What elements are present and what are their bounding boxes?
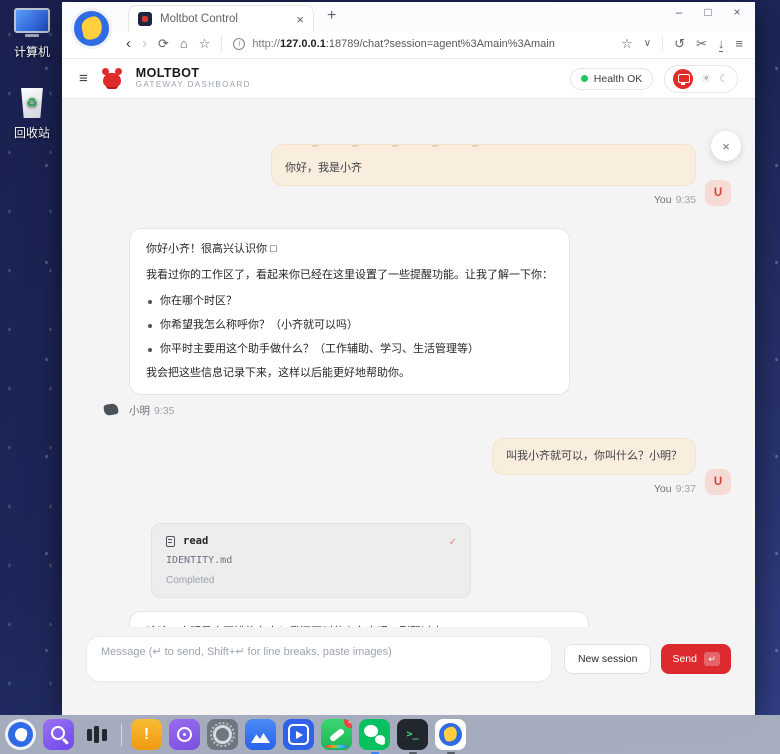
moltbot-lobster-logo-icon (99, 67, 125, 91)
light-mode-sun-icon[interactable]: ☀ (701, 72, 711, 85)
dashboard-header: ≡ MOLTBOT GATEWAY DASHBOARD Health OK ☀ … (62, 59, 755, 99)
desktop-icon-computer[interactable]: 计算机 (0, 8, 64, 60)
desktop-icon-column: 计算机 ♻ 回收站 (0, 8, 64, 141)
new-session-button[interactable]: New session (563, 644, 652, 674)
bookmark-star-icon[interactable]: ☆ (199, 37, 211, 50)
page-subtitle: GATEWAY DASHBOARD (135, 79, 251, 89)
reload-icon[interactable]: ⟳ (158, 37, 169, 50)
forward-icon[interactable]: › (142, 36, 147, 51)
browser-taskbar-icon[interactable] (435, 719, 466, 754)
send-button[interactable]: Send ↵ (661, 644, 731, 674)
address-bar[interactable]: i http://127.0.0.1:18789/chat?session=ag… (233, 37, 610, 50)
bullet-item: 你希望我怎么称呼你？（小齐就可以吗） (146, 317, 553, 334)
computer-icon (0, 8, 64, 37)
user-message-bubble: 叫我小齐就可以，你叫什么？小明？ (492, 438, 696, 475)
health-status-badge: Health OK (569, 67, 654, 90)
app-search-icon[interactable] (43, 719, 74, 750)
menu-icon[interactable]: ≡ (735, 37, 743, 50)
user-message-row: 叫我小齐就可以，你叫什么？小明？ You 9:37 U (86, 438, 731, 495)
back-icon[interactable]: ‹ (126, 36, 131, 51)
home-icon[interactable]: ⌂ (180, 37, 188, 50)
desktop-icon-recycle-bin[interactable]: ♻ 回收站 (0, 88, 64, 141)
browser-toolbar: ‹ › ⟳ ⌂ ☆ i http://127.0.0.1:18789/chat?… (62, 32, 755, 59)
chat-message-list: × 你好，我是小齐 You 9:35 U 你好小齐！很高兴认识你 □ 我看过你的工… (62, 99, 755, 715)
close-window-button[interactable]: × (729, 5, 745, 19)
history-undo-icon[interactable]: ↺ (674, 37, 685, 50)
message-meta: 小明 9:35 (129, 405, 175, 418)
health-dot-icon (580, 75, 588, 82)
chat-view-toggle-icon[interactable] (673, 68, 694, 89)
launcher-start-icon[interactable] (5, 719, 36, 750)
files-app-icon[interactable] (245, 719, 276, 750)
user-avatar: U (705, 180, 731, 206)
tool-call-card[interactable]: read ✓ IDENTITY.md Completed (151, 522, 471, 598)
screen: 计算机 ♻ 回收站 Moltbot Control × + – □ × ‹ › … (0, 0, 780, 754)
toolbar-divider (221, 36, 223, 51)
message-meta: You 9:37 (653, 482, 696, 495)
tool-target: IDENTITY.md (166, 554, 233, 566)
window-controls: – □ × (671, 5, 745, 19)
tool-status: Completed (166, 574, 215, 586)
maximize-button[interactable]: □ (700, 5, 716, 19)
screenshot-app-icon[interactable] (169, 719, 200, 750)
page-title: MOLTBOT (135, 66, 200, 81)
taskbar: ! 4 >_ (0, 715, 780, 754)
message-input[interactable] (86, 636, 552, 682)
settings-app-icon[interactable] (207, 719, 238, 750)
assistant-message-bubble: 你好小齐！很高兴认识你 □ 我看过你的工作区了，看起来你已经在这里设置了一些提醒… (129, 228, 570, 396)
url-text: http://127.0.0.1:18789/chat?session=agen… (252, 37, 555, 50)
media-app-icon[interactable] (283, 719, 314, 750)
tab-strip: Moltbot Control × + – □ × (62, 2, 755, 49)
chevron-down-icon[interactable]: ∨ (644, 38, 651, 49)
phone-app-icon[interactable]: 4 (321, 719, 352, 750)
bullet-item: 你平时主要用这个助手做什么？（工作辅助、学习、生活管理等） (146, 341, 553, 358)
tool-name: read (183, 535, 209, 548)
browser-window: Moltbot Control × + – □ × ‹ › ⟳ ⌂ ☆ i ht… (62, 2, 755, 715)
user-message-bubble: 你好，我是小齐 (271, 144, 696, 186)
header-actions: ☀ ☾ (664, 64, 738, 93)
notification-badge: 4 (344, 719, 352, 728)
multitasking-view-icon[interactable] (81, 719, 112, 750)
site-info-icon[interactable]: i (233, 37, 246, 50)
minimize-button[interactable]: – (671, 5, 687, 19)
moltbot-page: ≡ MOLTBOT GATEWAY DASHBOARD Health OK ☀ … (62, 59, 755, 715)
recycle-bin-icon: ♻ (0, 88, 64, 118)
tab-favicon-icon (138, 12, 152, 26)
user-message-row: 你好，我是小齐 You 9:35 U (86, 144, 731, 206)
check-icon: ✓ (449, 534, 456, 548)
dark-mode-moon-icon[interactable]: ☾ (719, 72, 729, 85)
assistant-lobster-avatar-icon (103, 403, 119, 417)
taskbar-divider (121, 723, 122, 746)
message-composer: New session Send ↵ (62, 627, 755, 715)
hamburger-menu-icon[interactable]: ≡ (79, 70, 88, 87)
desktop-icon-label: 回收站 (13, 126, 50, 140)
browser-logo-icon[interactable] (71, 8, 112, 49)
enter-key-icon: ↵ (704, 652, 720, 666)
tab-title: Moltbot Control (160, 13, 238, 25)
message-meta: You 9:35 (653, 194, 696, 206)
notice-app-icon[interactable]: ! (131, 719, 162, 750)
scissors-icon[interactable]: ✂ (696, 37, 707, 50)
terminal-icon[interactable]: >_ (397, 719, 428, 754)
user-avatar: U (705, 468, 731, 495)
new-tab-button[interactable]: + (327, 7, 336, 25)
tab-moltbot-control[interactable]: Moltbot Control × (128, 5, 314, 32)
file-icon (166, 535, 175, 547)
assistant-message-row: 你好小齐！很高兴认识你 □ 我看过你的工作区了，看起来你已经在这里设置了一些提醒… (103, 228, 731, 418)
wechat-icon[interactable] (359, 719, 390, 754)
tab-close-icon[interactable]: × (296, 12, 304, 27)
star-page-icon[interactable]: ☆ (621, 37, 633, 50)
desktop-icon-label: 计算机 (13, 45, 50, 59)
dashboard-titles: MOLTBOT GATEWAY DASHBOARD (135, 66, 251, 90)
chat-close-button[interactable]: × (711, 131, 741, 161)
bullet-item: 你在哪个时区？ (146, 293, 553, 310)
assistant-bullet-list: 你在哪个时区？ 你希望我怎么称呼你？（小齐就可以吗） 你平时主要用这个助手做什么… (146, 293, 553, 358)
toolbar-divider (662, 36, 664, 51)
download-icon[interactable]: ↓ (718, 37, 724, 52)
